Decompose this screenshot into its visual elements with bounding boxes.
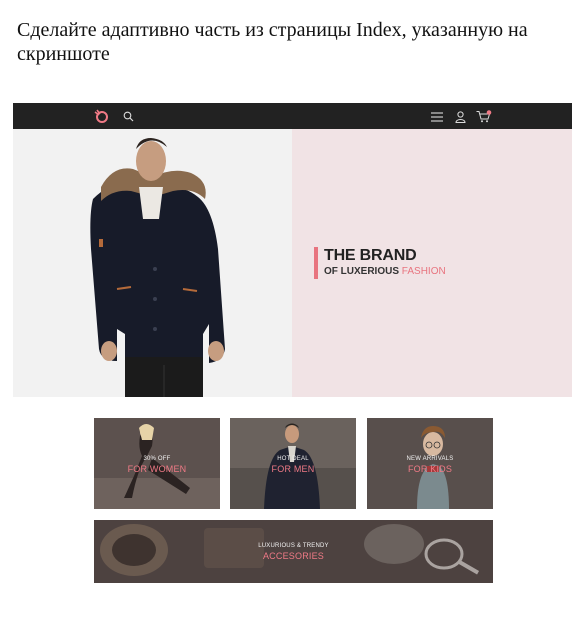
tile-small-label: LUXURIOUS & TRENDY [258, 543, 329, 549]
brand-title: THE BRAND [324, 247, 417, 264]
menu-icon[interactable] [431, 112, 443, 122]
tile-big-label: FOR WOMEN [127, 464, 187, 474]
category-tile-men[interactable]: HOT DEAL FOR MEN [230, 418, 356, 509]
brand-sub-accent: FASHION [401, 266, 446, 277]
hero-brand-panel: THE BRAND OF LUXERIOUS FASHION [292, 129, 572, 397]
model-in-parka-image [90, 138, 225, 397]
page: Сделайте адаптивно часть из страницы Ind… [0, 0, 580, 631]
logo-icon[interactable] [93, 109, 109, 123]
hero-model-image [13, 129, 292, 397]
tile-big-label: FOR MEN [271, 464, 315, 474]
category-tile-accessories[interactable]: LUXURIOUS & TRENDY ACCESORIES [94, 520, 493, 583]
task-text: Сделайте адаптивно часть из страницы Ind… [17, 19, 528, 65]
brand-accent-bar [314, 247, 318, 279]
tile-big-label: FOR KIDS [407, 464, 453, 474]
tile-big-label: ACCESORIES [262, 551, 324, 561]
user-icon[interactable] [455, 111, 466, 123]
index-page-mockup: THE BRAND OF LUXERIOUS FASHION [13, 103, 572, 397]
navbar [13, 103, 572, 129]
brand-sub-prefix: OF LUXERIOUS [324, 266, 400, 277]
search-icon[interactable] [123, 111, 134, 122]
cart-icon[interactable] [476, 110, 492, 123]
category-tile-women[interactable]: 30% OFF FOR WOMEN [94, 418, 220, 509]
tile-small-label: 30% OFF [143, 456, 171, 462]
tile-small-label: NEW ARRIVALS [406, 456, 454, 462]
tile-small-label: HOT DEAL [277, 456, 309, 462]
brand-subtitle: OF LUXERIOUS FASHION [324, 266, 446, 277]
category-tile-kids[interactable]: NEW ARRIVALS FOR KIDS [367, 418, 493, 509]
